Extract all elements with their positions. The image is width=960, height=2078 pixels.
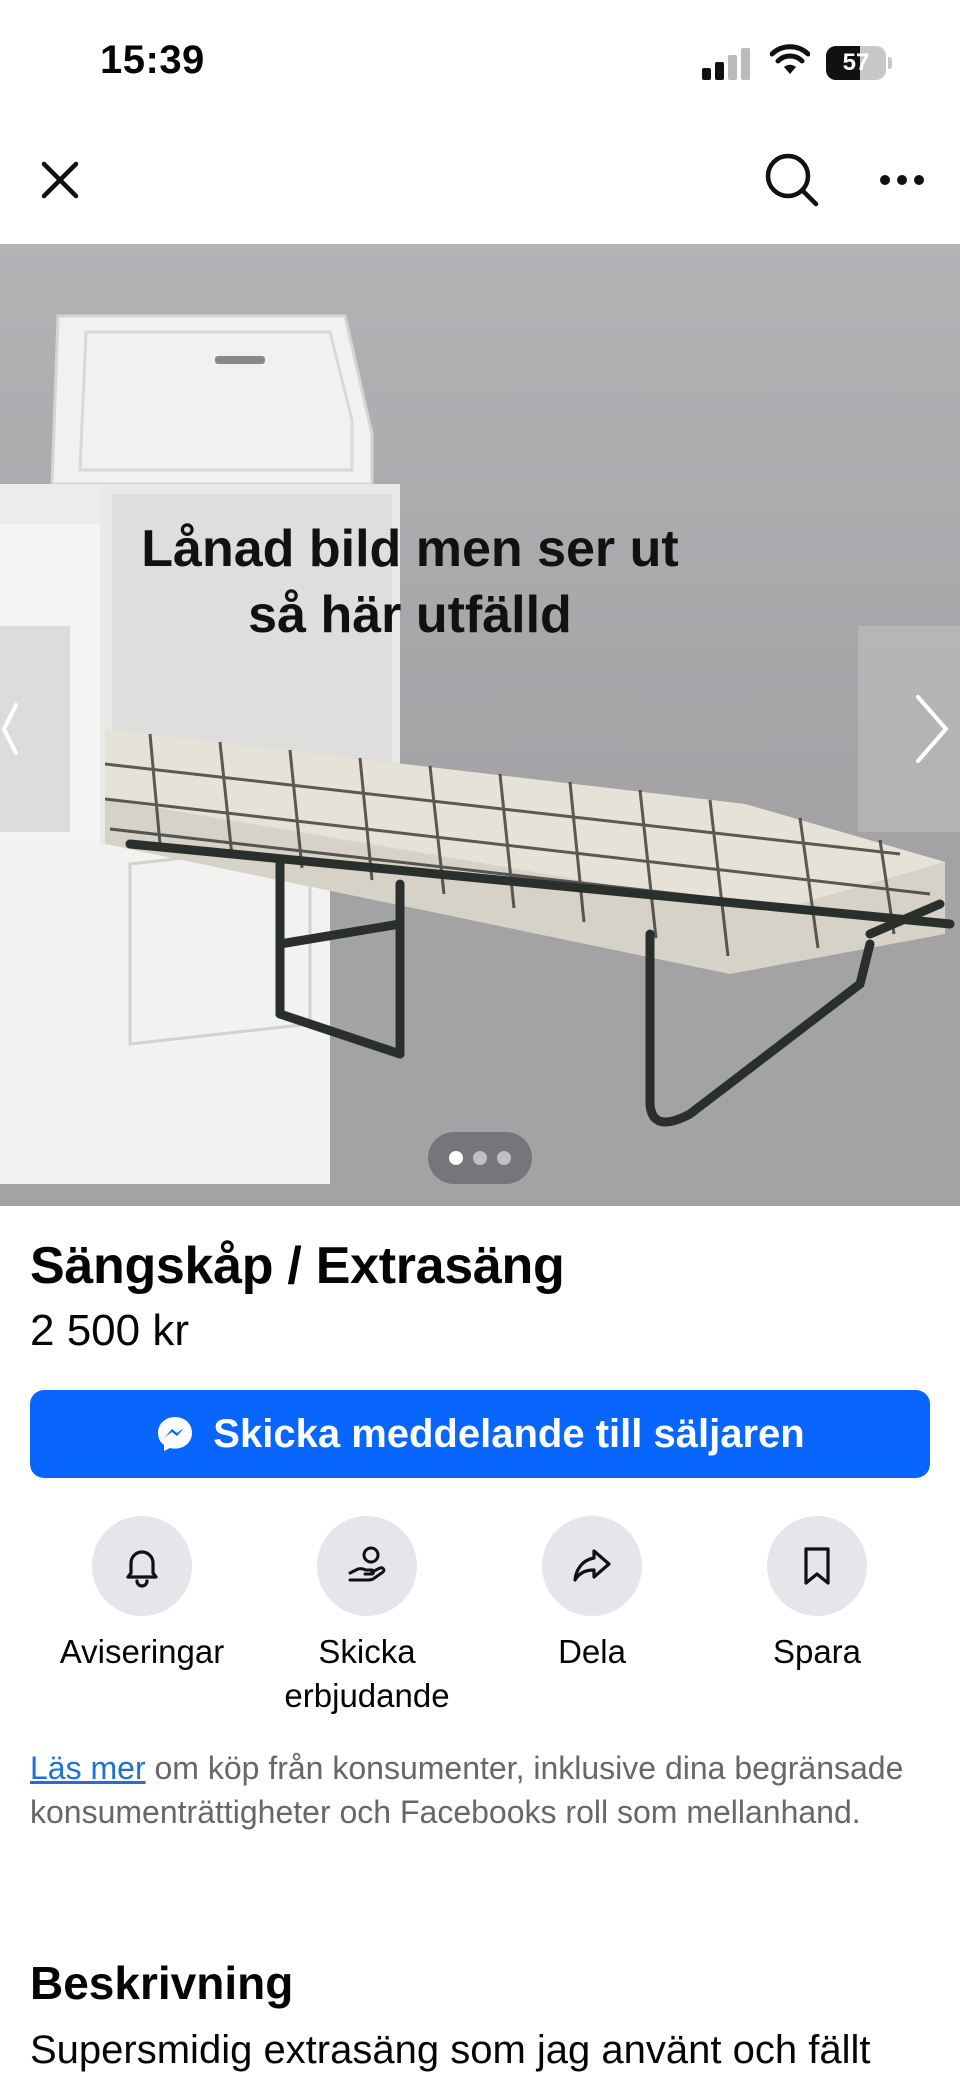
top-navigation xyxy=(0,120,960,244)
read-more-link[interactable]: Läs mer xyxy=(30,1750,146,1786)
share-button[interactable]: Dela xyxy=(482,1516,702,1674)
send-offer-label: Skicka erbjudande xyxy=(284,1633,450,1714)
carousel-previous-button[interactable] xyxy=(0,626,70,832)
search-icon xyxy=(765,153,819,207)
save-button[interactable]: Spara xyxy=(707,1516,927,1674)
notifications-label: Aviseringar xyxy=(59,1633,225,1670)
action-row: Aviseringar Skicka erbjudande Dela Spara xyxy=(0,1516,960,1716)
send-offer-button[interactable]: Skicka erbjudande xyxy=(257,1516,477,1718)
battery-icon: 57 xyxy=(826,46,892,80)
message-seller-label: Skicka meddelande till säljaren xyxy=(213,1411,805,1456)
share-icon xyxy=(573,1549,611,1582)
chevron-left-icon xyxy=(1,703,18,755)
battery-percent: 57 xyxy=(842,49,870,76)
status-bar: 15:39 57 xyxy=(0,0,960,120)
listing-photo xyxy=(0,314,960,1206)
close-button[interactable] xyxy=(24,144,96,216)
chevron-right-icon xyxy=(916,695,949,763)
carousel-dot xyxy=(473,1151,487,1165)
messenger-icon xyxy=(158,1417,193,1451)
carousel-dot xyxy=(497,1151,511,1165)
notifications-button[interactable]: Aviseringar xyxy=(32,1516,252,1674)
share-label: Dela xyxy=(558,1633,626,1670)
photo-caption-line1: Lånad bild men ser ut xyxy=(141,520,679,578)
listing-price: 2 500 kr xyxy=(30,1306,189,1355)
description-text: Supersmidig extrasäng som jag använt och… xyxy=(30,2028,871,2072)
disclaimer-text: om köp från konsumenter, inklusive dina … xyxy=(30,1750,904,1830)
listing-title: Sängskåp / Extrasäng xyxy=(30,1237,565,1295)
carousel-dot xyxy=(449,1151,463,1165)
save-label: Spara xyxy=(772,1633,862,1670)
image-carousel[interactable]: Lånad bild men ser ut så här utfälld xyxy=(0,244,960,1206)
more-options-icon xyxy=(880,175,924,185)
search-button[interactable] xyxy=(756,144,828,216)
close-icon xyxy=(41,161,79,199)
photo-caption: Lånad bild men ser ut så här utfälld xyxy=(0,516,820,648)
description-heading: Beskrivning xyxy=(30,1957,294,2009)
wifi-icon xyxy=(770,44,810,74)
bookmark-icon xyxy=(804,1547,830,1585)
offer-hand-icon xyxy=(348,1546,386,1582)
message-seller-button[interactable]: Skicka meddelande till säljaren xyxy=(30,1390,930,1478)
cellular-signal-icon xyxy=(702,48,750,80)
more-options-button[interactable] xyxy=(866,144,938,216)
consumer-disclaimer: Läs mer om köp från konsumenter, inklusi… xyxy=(30,1746,910,1834)
carousel-page-indicator xyxy=(428,1132,532,1184)
status-time: 15:39 xyxy=(100,38,205,82)
bell-icon xyxy=(126,1550,158,1588)
photo-caption-line2: så här utfälld xyxy=(248,586,572,644)
carousel-next-button[interactable] xyxy=(858,626,960,832)
